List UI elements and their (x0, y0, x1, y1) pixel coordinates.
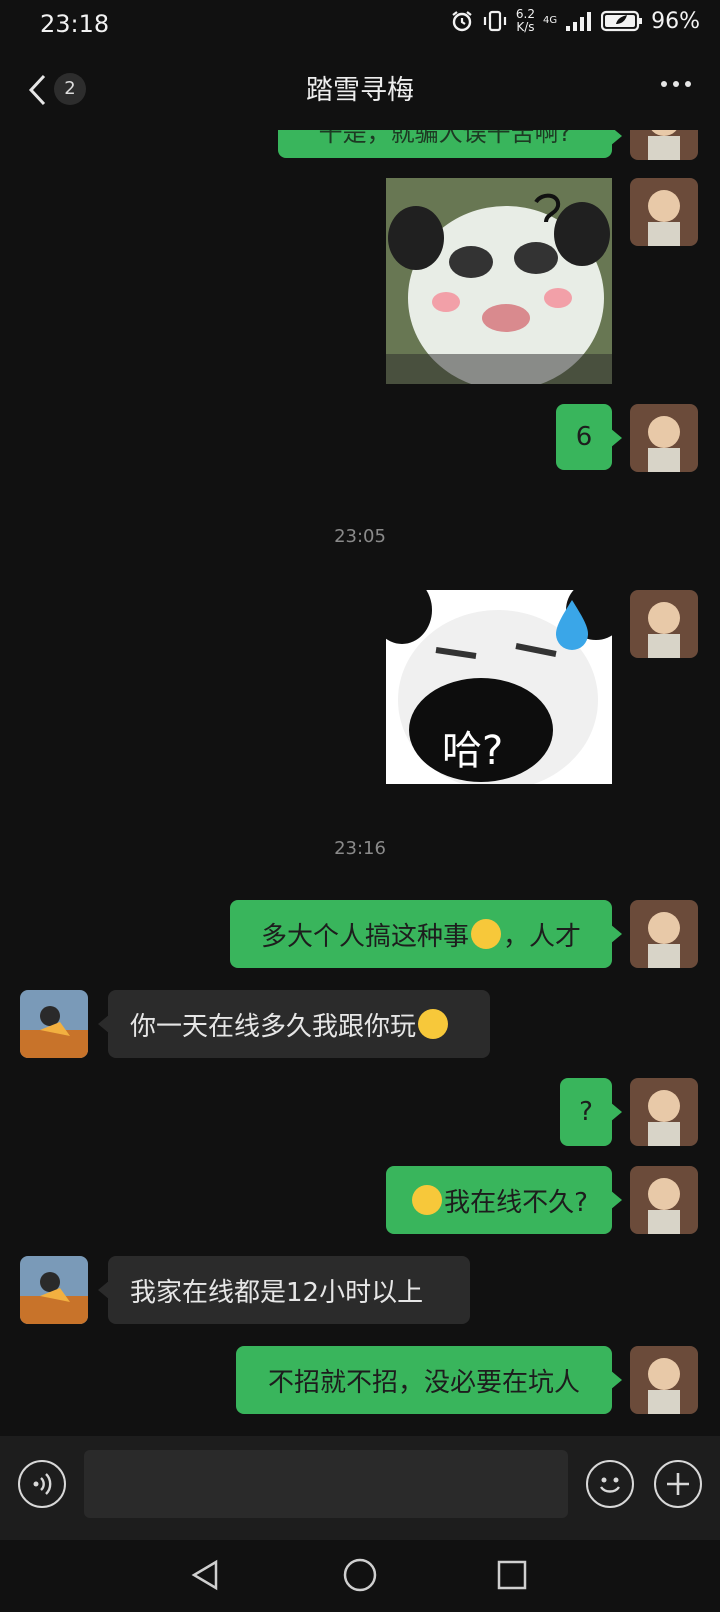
message-bubble[interactable]: 我在线不久? (386, 1166, 622, 1234)
network-type: 4G (542, 15, 558, 26)
more-icon[interactable] (660, 80, 692, 88)
my-avatar[interactable] (630, 178, 698, 246)
net-speed: 6.2 K/s (516, 8, 535, 34)
voice-button[interactable] (18, 1460, 66, 1508)
message-bubble[interactable]: 我家在线都是12小时以上 (98, 1256, 470, 1324)
battery-icon (601, 10, 643, 32)
battery-percent: 96% (651, 8, 700, 34)
message-text: 多大个人搞这种事 (260, 921, 469, 952)
panda-sticker-image[interactable] (386, 178, 612, 384)
my-avatar[interactable] (630, 1078, 698, 1146)
nav-recents-icon[interactable] (496, 1559, 528, 1591)
contact-avatar[interactable] (20, 1256, 88, 1324)
tears-of-joy-emoji-icon (418, 1009, 449, 1039)
alarm-icon (452, 11, 472, 32)
timestamp: 23:16 (334, 838, 386, 859)
message-text: 不招就不招，没必要在坑人 (267, 1367, 580, 1398)
message-bubble[interactable]: 多大个人搞这种事 ，人才 (230, 900, 622, 968)
net-speed-unit: K/s (516, 20, 535, 34)
contact-avatar[interactable] (20, 990, 88, 1058)
voice-icon (33, 1473, 52, 1495)
emoji-icon (600, 1477, 620, 1493)
sticker-caption: 哈? (442, 728, 504, 774)
status-icons: 6.2 K/s 4G 96% (450, 8, 700, 34)
message-text: 你一天在线多久我跟你玩 (130, 1011, 417, 1042)
nav-back-icon[interactable] (188, 1558, 222, 1592)
message-bubble[interactable]: 不招就不招，没必要在坑人 (236, 1346, 622, 1414)
message-bubble[interactable]: 6 (556, 404, 622, 470)
my-avatar[interactable] (630, 404, 698, 472)
emoji-button[interactable] (586, 1460, 634, 1508)
message-input[interactable] (84, 1450, 568, 1518)
facepalm-laugh-emoji-icon (471, 919, 501, 949)
message-text: 我在线不久? (444, 1187, 588, 1218)
input-bar (0, 1436, 720, 1540)
message-text: 6 (575, 422, 593, 452)
vibrate-icon (483, 10, 506, 32)
message-bubble[interactable]: ? (560, 1078, 622, 1146)
plus-icon (667, 1473, 689, 1495)
message-text: ，人才 (503, 921, 582, 952)
message-text: ? (579, 1097, 593, 1127)
message-bubble[interactable]: 你一天在线多久我跟你玩 (98, 990, 490, 1058)
my-avatar[interactable] (630, 900, 698, 968)
my-avatar[interactable] (630, 1346, 698, 1414)
message-text: 我家在线都是12小时以上 (130, 1277, 424, 1308)
plus-button[interactable] (654, 1460, 702, 1508)
timestamp: 23:05 (334, 526, 386, 547)
signal-icon (566, 12, 592, 31)
status-time: 23:18 (40, 10, 110, 38)
nav-home-icon[interactable] (342, 1557, 378, 1593)
my-avatar[interactable] (630, 1166, 698, 1234)
my-avatar[interactable] (630, 590, 698, 658)
system-nav-bar (0, 1540, 720, 1612)
status-bar: 23:18 6.2 K/s 4G 96% (0, 0, 720, 50)
chat-header: 2 踏雪寻梅 (0, 50, 720, 130)
chat-title: 踏雪寻梅 (306, 75, 414, 106)
smile-emoji-icon (412, 1185, 443, 1215)
panda-ha-sticker-image[interactable]: 哈? (386, 590, 612, 784)
